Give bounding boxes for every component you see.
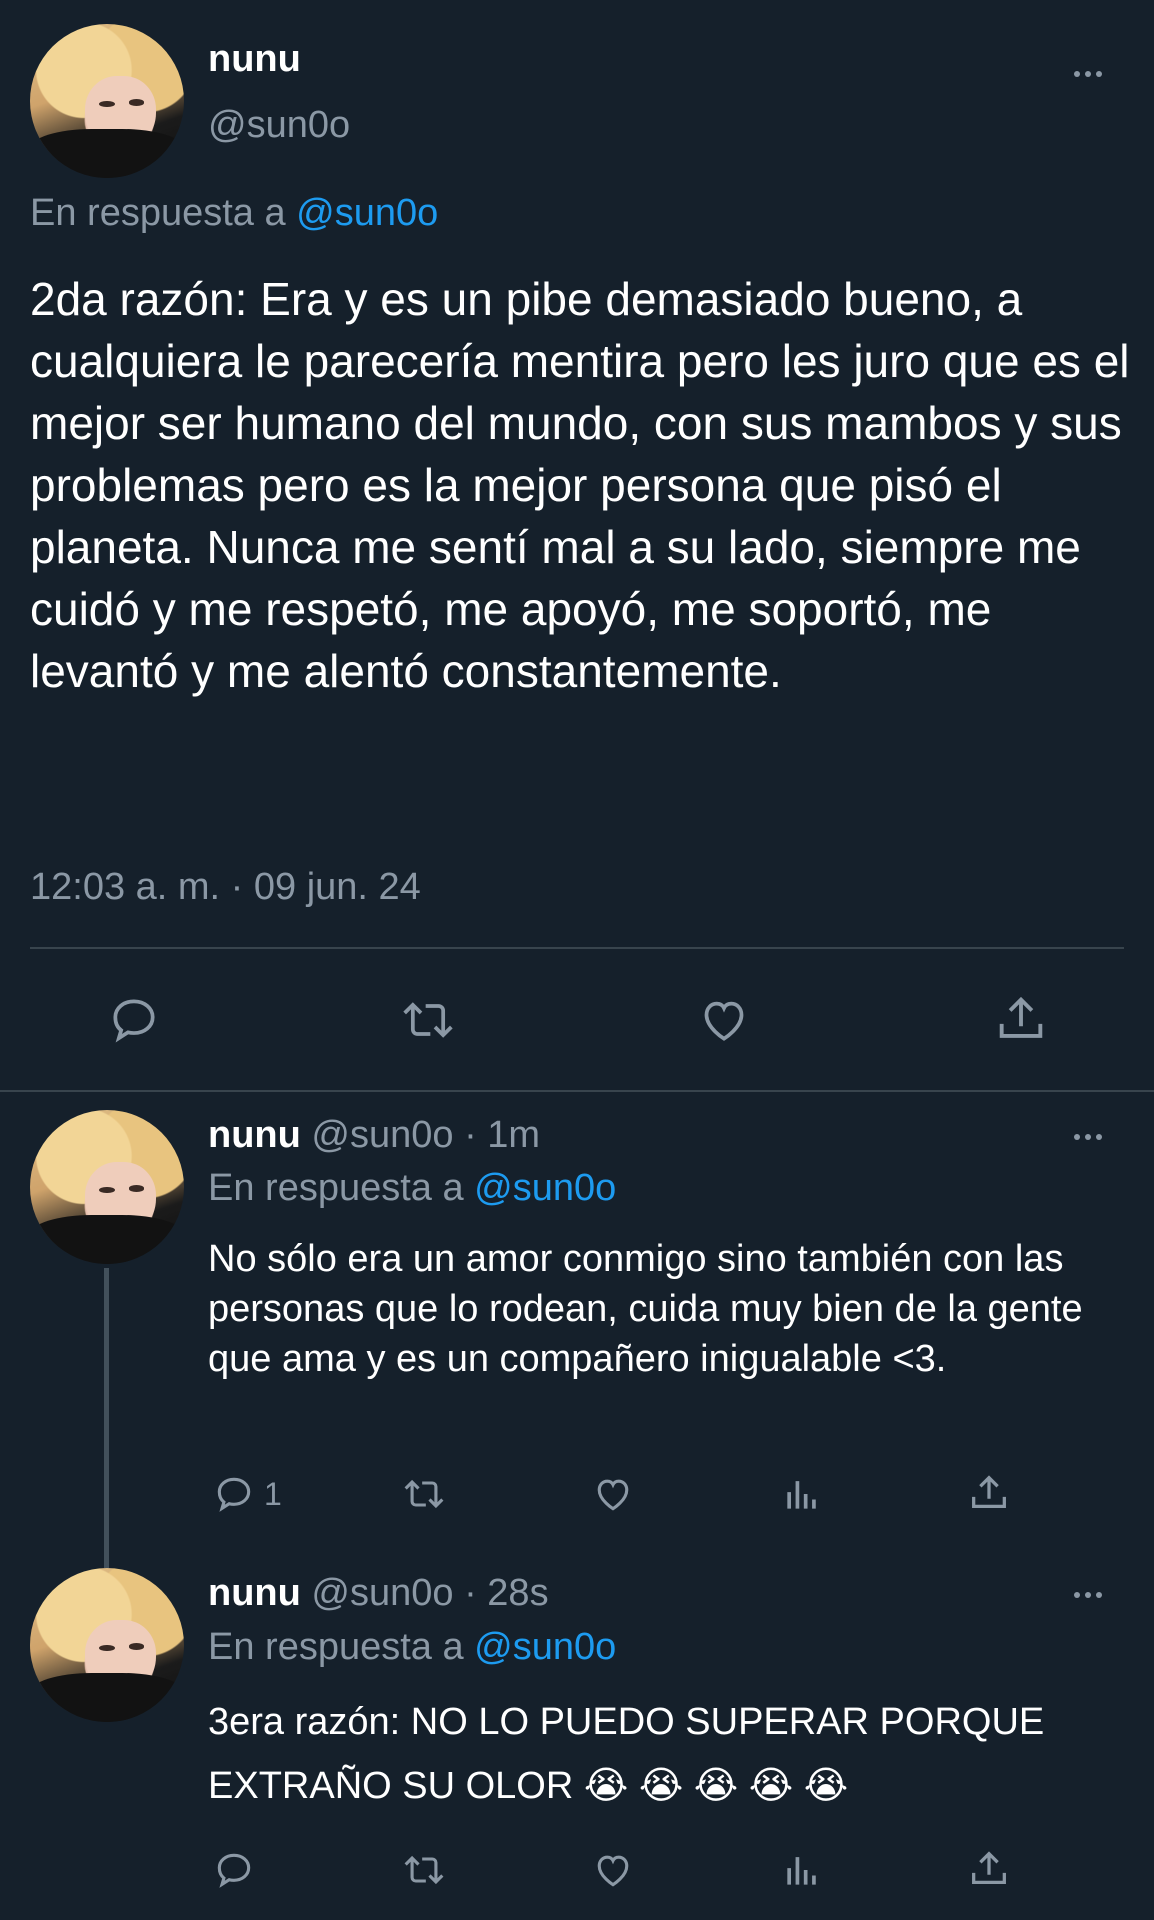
reply-context: En respuesta a @sun0o <box>30 192 438 235</box>
tweet-text: No sólo era un amor conmigo sino también… <box>208 1238 1083 1380</box>
avatar[interactable] <box>30 1568 184 1722</box>
more-icon[interactable] <box>1074 71 1102 77</box>
display-name[interactable]: nunu <box>208 38 301 81</box>
reply-prefix: En respuesta a <box>208 1167 464 1209</box>
tweet-timestamp[interactable]: 12:03 a. m. · 09 jun. 24 <box>30 866 421 909</box>
avatar[interactable] <box>30 24 184 178</box>
reply-icon[interactable] <box>106 992 162 1048</box>
retweet-icon[interactable] <box>398 1848 450 1892</box>
views-icon[interactable] <box>780 1472 824 1516</box>
tweet-text: 2da razón: Era y es un pibe demasiado bu… <box>30 273 1130 697</box>
share-icon[interactable] <box>992 990 1050 1048</box>
reply-context: En respuesta a @sun0o <box>208 1626 616 1669</box>
section-divider <box>0 1090 1154 1092</box>
handle-time[interactable]: @sun0o · 1m <box>311 1114 540 1156</box>
share-icon[interactable] <box>966 1846 1012 1892</box>
avatar[interactable] <box>30 1110 184 1264</box>
tweet-header: nunu @sun0o · 1m <box>208 1114 540 1157</box>
reply-to-link[interactable]: @sun0o <box>474 1167 616 1209</box>
reply-prefix: En respuesta a <box>30 192 286 234</box>
tweet-header: nunu @sun0o · 28s <box>208 1572 549 1615</box>
reply-to-link[interactable]: @sun0o <box>474 1626 616 1668</box>
divider <box>30 947 1124 949</box>
like-icon[interactable] <box>590 1472 636 1516</box>
like-icon[interactable] <box>694 992 754 1048</box>
display-name[interactable]: nunu <box>208 1572 301 1614</box>
views-icon[interactable] <box>780 1848 824 1892</box>
reply-icon[interactable] <box>212 1848 256 1892</box>
crying-emoji: 😭 😭 😭 😭 😭 <box>583 1765 849 1807</box>
reply-icon[interactable]: 1 <box>212 1472 282 1516</box>
handle-time[interactable]: @sun0o · 28s <box>311 1572 548 1614</box>
share-icon[interactable] <box>966 1470 1012 1516</box>
thread-line <box>104 1268 109 1568</box>
display-name[interactable]: nunu <box>208 1114 301 1156</box>
like-icon[interactable] <box>590 1848 636 1892</box>
tweet-text: 3era razón: NO LO PUEDO SUPERAR PORQUE E… <box>208 1690 1128 1818</box>
reply-context: En respuesta a @sun0o <box>208 1167 616 1210</box>
retweet-icon[interactable] <box>396 992 460 1048</box>
handle[interactable]: @sun0o <box>208 104 350 147</box>
reply-count: 1 <box>264 1475 282 1512</box>
reply-prefix: En respuesta a <box>208 1626 464 1668</box>
retweet-icon[interactable] <box>398 1472 450 1516</box>
more-icon[interactable] <box>1074 1592 1102 1598</box>
more-icon[interactable] <box>1074 1134 1102 1140</box>
reply-to-link[interactable]: @sun0o <box>296 192 438 234</box>
